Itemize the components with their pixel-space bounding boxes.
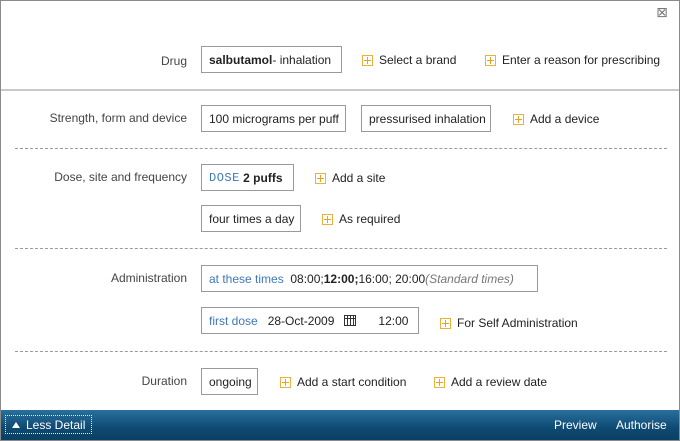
plus-icon — [513, 113, 524, 125]
less-detail-button[interactable]: Less Detail — [5, 415, 93, 434]
plus-icon — [440, 317, 451, 329]
section-divider — [1, 89, 679, 91]
dose-value: 2 puffs — [243, 170, 283, 185]
first-dose-date: 28-Oct-2009 — [267, 313, 335, 328]
dose-field[interactable]: DOSE 2 puffs — [201, 164, 294, 191]
prescription-dialog: ⊠ Drug salbutamol - inhalation Select a … — [0, 0, 680, 441]
calendar-icon[interactable] — [344, 315, 357, 326]
administration-label: Administration — [110, 271, 187, 285]
strength-field[interactable]: 100 micrograms per puff — [201, 105, 346, 132]
first-dose-field[interactable]: first dose 28-Oct-2009 12:00 — [201, 307, 419, 334]
section-divider — [15, 148, 667, 149]
add-review-date-button[interactable]: Add a review date — [434, 375, 547, 389]
close-icon[interactable]: ⊠ — [655, 6, 669, 20]
section-divider — [15, 351, 667, 352]
footer-bar: Less Detail Preview Authorise — [1, 410, 679, 440]
as-required-button[interactable]: As required — [322, 212, 400, 226]
plus-icon — [315, 172, 326, 184]
frequency-field[interactable]: four times a day — [201, 205, 301, 232]
form-field[interactable]: pressurised inhalation — [361, 105, 491, 132]
times-keyword: at these times — [209, 271, 284, 286]
time-1: 08:00; — [290, 271, 324, 286]
add-start-condition-button[interactable]: Add a start condition — [280, 375, 406, 389]
drug-name: salbutamol — [209, 52, 273, 67]
add-device-label: Add a device — [530, 112, 600, 126]
plus-icon — [362, 54, 373, 66]
drug-label: Drug — [160, 54, 187, 68]
times-note: (Standard times) — [425, 271, 514, 286]
as-required-label: As required — [339, 212, 401, 226]
plus-icon — [280, 376, 291, 388]
duration-field[interactable]: ongoing — [201, 368, 258, 395]
strength-label: Strength, form and device — [49, 111, 187, 125]
select-brand-label: Select a brand — [379, 53, 457, 67]
drug-route: - inhalation — [272, 52, 332, 67]
self-administration-label: For Self Administration — [457, 316, 578, 330]
add-review-date-label: Add a review date — [451, 375, 548, 389]
time-3: 16:00; 20:00 — [358, 271, 426, 286]
add-start-condition-label: Add a start condition — [297, 375, 407, 389]
administration-times-field[interactable]: at these times 08:00; 12:00; 16:00; 20:0… — [201, 265, 538, 292]
add-site-label: Add a site — [332, 171, 386, 185]
first-dose-time: 12:00 — [378, 313, 409, 328]
section-divider — [15, 248, 667, 249]
select-brand-button[interactable]: Select a brand — [362, 53, 456, 67]
triangle-up-icon — [12, 421, 20, 428]
dose-keyword: DOSE — [209, 170, 240, 185]
plus-icon — [322, 213, 333, 225]
first-dose-keyword: first dose — [209, 313, 258, 328]
self-administration-button[interactable]: For Self Administration — [440, 316, 578, 330]
dose-label: Dose, site and frequency — [54, 170, 187, 184]
enter-reason-label: Enter a reason for prescribing — [502, 53, 661, 67]
add-device-button[interactable]: Add a device — [513, 112, 599, 126]
time-2: 12:00; — [323, 271, 359, 286]
authorise-button[interactable]: Authorise — [616, 418, 667, 432]
add-site-button[interactable]: Add a site — [315, 171, 385, 185]
enter-reason-button[interactable]: Enter a reason for prescribing — [485, 53, 660, 67]
preview-button[interactable]: Preview — [554, 418, 597, 432]
less-detail-label: Less Detail — [26, 417, 86, 432]
plus-icon — [485, 54, 496, 66]
drug-field[interactable]: salbutamol - inhalation — [201, 46, 342, 73]
duration-label: Duration — [141, 374, 187, 388]
plus-icon — [434, 376, 445, 388]
